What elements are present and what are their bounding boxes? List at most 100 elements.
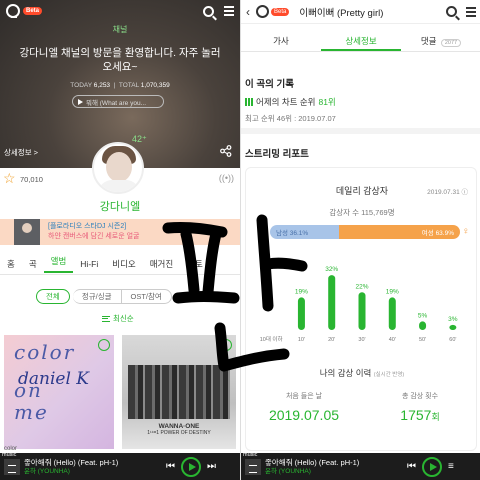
tab-lyrics[interactable]: 가사 [241,30,321,51]
detail-info-link[interactable]: 상세정보 > [4,147,38,158]
chart-bars-icon [245,98,253,106]
streaming-section-title: 스트리밍 리포트 [245,149,309,160]
total-count: 1,070,359 [140,82,170,89]
mini-player[interactable]: music 좋아해줘 (Hello) (Feat. pH-1) 윤하 (YOUN… [241,452,480,480]
menu-icon[interactable] [224,6,234,16]
filter-regular-single[interactable]: 정규/싱글 [72,289,122,304]
tab-details[interactable]: 상세정보 [321,30,401,51]
tab-photo[interactable]: 포토 [180,258,210,270]
tab-home[interactable]: 홈 [0,258,22,270]
beta-badge: Beta [271,7,290,16]
chart-rank-value: 81위 [318,97,336,107]
sort-icon [102,315,110,322]
play-button[interactable] [422,456,442,477]
chart-rank-row: 어제의 차트 순위 81위 [245,96,336,108]
sort-label: 최신순 [113,314,134,323]
history-note: (실시간 반영) [373,372,405,378]
playlist-icon[interactable]: ≡ [448,461,454,472]
mini-player[interactable]: music 좋아해줘 (Hello) (Feat. pH-1) 윤하 (YOUN… [0,452,240,480]
tab-songs[interactable]: 곡 [22,258,44,270]
star-icon[interactable]: ☆ [3,171,16,185]
song-title: 이뻐이뻐 (Pretty girl) [299,7,384,19]
player-artwork[interactable] [4,458,20,475]
first-listen-block: 처음 들은 날 2019.07.05 [246,391,362,423]
share-icon[interactable] [220,145,232,157]
fan-count: 70,010 [20,175,43,184]
channel-label: 채널 [112,25,128,34]
sort-button[interactable]: 최신순 [102,313,134,324]
listener-count: 감상자 수 115,769명 [329,208,395,217]
album1-play-icon[interactable] [98,339,110,351]
now-playing-pill[interactable]: 뭐해 (What are you... [72,95,164,108]
now-playing-title: 뭐해 (What are you... [86,99,147,107]
female-segment: 여성 63.9% [338,225,460,239]
banner-line1: [플로라디오 스타DJ 시즌2] [48,223,127,230]
tab-albums[interactable]: 앨범 [43,255,74,273]
player-artwork[interactable] [245,458,261,475]
previous-icon[interactable]: ⏮ [166,461,175,472]
melon-logo-icon[interactable] [256,5,269,18]
person-icon: ♀ [462,226,470,237]
top-bar: Beta [0,0,240,22]
player-song-title[interactable]: 좋아해줘 (Hello) (Feat. pH-1) [265,458,405,467]
filter-all[interactable]: 전체 [36,289,70,304]
album1-signature: daniel K [18,369,90,389]
tab-hifi[interactable]: Hi-Fi [73,259,105,269]
age-category-label: 10대 이하 [260,335,283,343]
age-bar [328,275,336,330]
total-plays-unit: 회 [431,412,440,422]
previous-icon[interactable]: ⏮ [407,461,416,472]
melon-logo-icon[interactable] [6,4,20,18]
menu-icon[interactable] [466,6,476,17]
banner-thumbnail [14,219,40,245]
filter-ost[interactable]: OST/참여 [121,289,172,304]
total-label: TOTAL [118,82,139,89]
artist-tabs: 홈 곡 앨범 Hi-Fi 비디오 매거진 포토 [0,253,240,275]
record-section-title: 이 곡의 기록 [245,79,294,90]
age-category-label: 20' [328,337,335,343]
player-mini-label: music [2,452,17,458]
play-button[interactable] [181,456,201,477]
player-song-title[interactable]: 좋아해줘 (Hello) (Feat. pH-1) [24,458,164,467]
history-title: 나의 감상 이력 (실시간 반영) [319,368,405,378]
male-segment: 남성 36.1% [270,225,339,239]
today-count: 6,253 [93,82,111,89]
player-artist: 윤하 (YOUNHA) [24,467,70,475]
player-artist: 윤하 (YOUNHA) [265,467,311,475]
welcome-message: 강다니엘 채널의 방문을 환영합니다. 자주 놀러 오세요~ [19,47,221,73]
album-card-power-of-destiny[interactable]: WANNA·ONE 1¹¹=1 POWER OF DESTINY [122,335,236,449]
age-bar-value-label: 19% [386,288,399,295]
back-icon[interactable]: ‹ [246,5,250,19]
age-bar [358,292,366,330]
age-category-label: 10' [298,337,305,343]
like-count: 42⁺ [132,134,147,144]
total-plays-label: 총 감상 횟수 [401,393,439,400]
radio-icon[interactable]: ((•)) [219,173,234,183]
age-distribution-chart: 10대 이하 19% 10' 32% 20' 22% 30' 19% 40' 5% 50' 3% 60' [260,266,458,343]
song-top-bar: ‹ Beta 이뻐이뻐 (Pretty girl) [241,0,480,24]
promo-banner[interactable]: [플로라디오 스타DJ 시즌2] 하얀 캔버스에 담긴 세로운 얼굴 [0,219,240,245]
banner-line2: 하얀 캔버스에 담긴 세로운 얼굴 [48,233,140,240]
total-plays-value: 1757 [400,407,432,423]
tab-magazine[interactable]: 매거진 [143,258,180,270]
best-rank: 최고 순위 46위 : 2019.07.07 [245,114,336,123]
age-bar [419,321,427,330]
artist-channel-screen: Beta 채널 강다니엘 채널의 방문을 환영합니다. 자주 놀러 오세요~ T… [0,0,240,480]
search-icon[interactable] [446,6,457,17]
search-icon[interactable] [203,5,214,17]
daily-date[interactable]: 2019.07.31 ⓘ [427,186,468,196]
album2-cover-art [128,365,230,419]
album2-play-icon[interactable] [220,339,232,351]
tab-comments[interactable]: 댓글 2077 [401,30,480,51]
tab-video[interactable]: 비디오 [105,258,142,270]
section-divider [241,128,480,134]
artist-avatar[interactable] [92,142,144,194]
age-bar [388,297,396,330]
age-bar [449,324,457,330]
first-listen-value: 2019.07.05 [268,407,340,423]
album-card-color-on-me[interactable]: color on me daniel K [4,335,114,449]
visitor-stats: TODAY 6,253 | TOTAL 1,070,359 [70,82,170,89]
total-plays-block: 총 감상 횟수 1757회 [362,391,478,423]
next-icon[interactable]: ⏭ [207,461,216,472]
song-tabs: 가사 상세정보 댓글 2077 [241,30,480,52]
